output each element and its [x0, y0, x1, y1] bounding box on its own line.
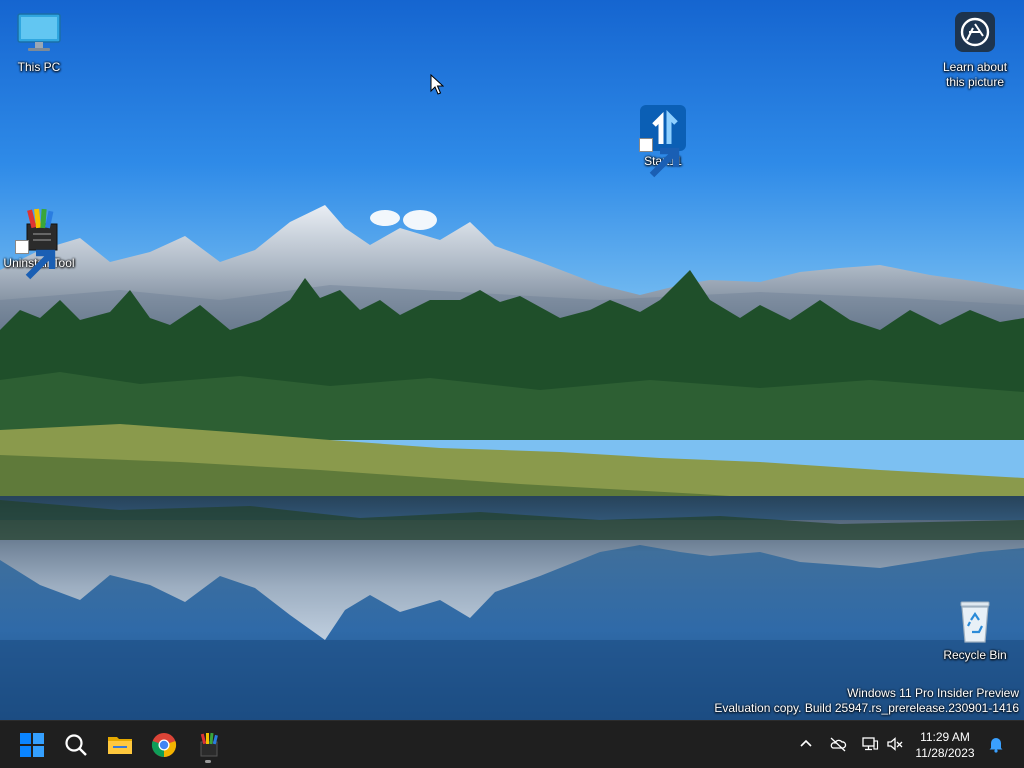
desktop-icon-uninstall-tool[interactable]: Uninstall Tool [0, 206, 81, 280]
start-button[interactable] [12, 725, 52, 765]
search-icon [65, 734, 87, 756]
windows-logo-icon [20, 733, 44, 757]
chrome-button[interactable] [144, 725, 184, 765]
watermark-line-2: Evaluation copy. Build 25947.rs_prerelea… [714, 701, 1019, 715]
icon-label: Learn about this picture [942, 60, 1008, 89]
volume-tray-icon[interactable] [884, 733, 906, 755]
network-icon [862, 737, 879, 751]
icon-label: This PC [17, 60, 61, 74]
volume-muted-icon [887, 737, 903, 751]
watermark-line-1: Windows 11 Pro Insider Preview [847, 686, 1019, 700]
taskbar-clock[interactable]: 11:29 AM 11/28/2023 [904, 729, 986, 761]
shortcut-arrow-icon [639, 138, 680, 178]
chrome-icon [151, 733, 177, 758]
taskbar: 11:29 AM 11/28/2023 [0, 720, 1024, 768]
icon-label: Recycle Bin [943, 648, 1007, 662]
chevron-up-icon [800, 739, 812, 747]
desktop[interactable]: This PC Start11 Uninstall Tool Learn abo… [0, 0, 1024, 720]
uninstall-tool-icon [200, 732, 218, 757]
desktop-icon-this-pc[interactable]: This PC [0, 10, 81, 75]
uninstall-tool-icon [15, 206, 63, 280]
clock-date: 11/28/2023 [915, 746, 975, 760]
running-indicator [205, 760, 211, 763]
wallpaper [0, 0, 1024, 720]
desktop-icon-start11[interactable]: Start11 [621, 104, 705, 178]
mouse-pointer-icon [430, 74, 444, 95]
windows-evaluation-watermark: Windows 11 Pro Insider Preview Evaluatio… [714, 686, 1019, 716]
desktop-icon-learn-about-picture[interactable]: Learn about this picture [933, 10, 1017, 90]
notifications-button[interactable] [985, 733, 1007, 755]
clock-time: 11:29 AM [920, 730, 970, 744]
camera-info-icon [951, 10, 999, 58]
recycle-bin-icon [951, 598, 999, 646]
notification-bell-icon [989, 738, 1003, 753]
monitor-icon [15, 10, 63, 58]
show-hidden-icons-button[interactable] [795, 733, 817, 755]
network-tray-icon[interactable] [859, 733, 881, 755]
onedrive-tray-icon[interactable] [827, 733, 849, 755]
uninstall-tool-taskbar-button[interactable] [188, 725, 228, 765]
shortcut-arrow-icon [15, 240, 56, 280]
onedrive-offline-icon [830, 737, 847, 752]
desktop-icon-recycle-bin[interactable]: Recycle Bin [933, 598, 1017, 663]
start11-icon [639, 104, 687, 178]
search-button[interactable] [56, 725, 96, 765]
file-explorer-button[interactable] [100, 725, 140, 765]
folder-icon [108, 737, 132, 754]
